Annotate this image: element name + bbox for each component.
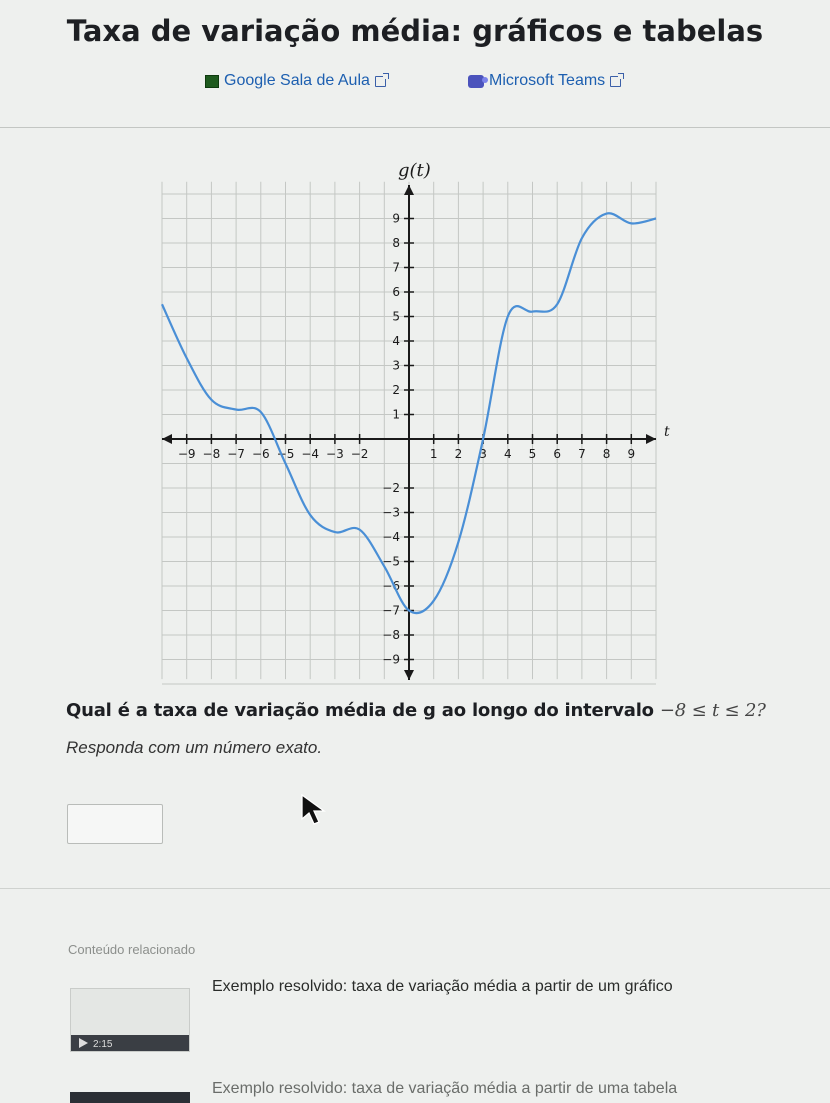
x-tick-label: 4	[504, 447, 512, 461]
answer-instruction: Responda com um número exato.	[66, 738, 323, 757]
x-tick-labels: −9 −8 −7 −6 −5 −4 −3 −2 1 2 3 4 5 6 7 8 9	[178, 447, 635, 461]
y-tick-label: 4	[392, 334, 400, 348]
x-tick-label: 1	[430, 447, 438, 461]
video-thumbnail[interactable]: 2:15	[70, 988, 190, 1052]
y-tick-label: 1	[392, 408, 400, 422]
question-prompt: Qual é a taxa de variação média de g ao …	[66, 700, 654, 721]
mouse-cursor-icon	[301, 793, 326, 825]
y-tick-label: 5	[392, 310, 400, 324]
x-tick-label: 8	[603, 447, 611, 461]
y-axis-label: g(t)	[398, 160, 431, 181]
y-tick-label: 8	[392, 236, 400, 250]
y-tick-label: −7	[382, 604, 400, 618]
x-tick-label: −4	[301, 447, 319, 461]
x-tick-label: 5	[529, 447, 537, 461]
video-duration: 2:15	[93, 1039, 113, 1050]
x-tick-label: 9	[627, 447, 635, 461]
y-tick-label: 7	[392, 261, 400, 275]
video-thumbnail[interactable]	[70, 1092, 190, 1103]
y-tick-label: 6	[392, 285, 400, 299]
y-tick-label: −2	[382, 481, 400, 495]
y-tick-label: −8	[382, 628, 400, 642]
x-tick-label: 2	[455, 447, 463, 461]
question-text: Qual é a taxa de variação média de g ao …	[66, 700, 766, 721]
answer-input[interactable]	[67, 804, 163, 844]
y-tick-label: −9	[382, 653, 400, 667]
function-graph: −9 −8 −7 −6 −5 −4 −3 −2 1 2 3 4 5 6 7 8 9 987654321−2−3−…	[160, 160, 670, 685]
y-tick-label: 9	[392, 212, 400, 226]
related-content-heading: Conteúdo relacionado	[68, 942, 196, 957]
y-tick-label: −4	[382, 530, 400, 544]
x-axis-label: t	[664, 424, 670, 440]
related-item-link[interactable]: Exemplo resolvido: taxa de variação médi…	[212, 978, 673, 996]
y-tick-label: 2	[392, 383, 400, 397]
x-tick-label: −7	[227, 447, 245, 461]
x-tick-label: −6	[252, 447, 270, 461]
play-icon	[79, 1038, 88, 1048]
y-tick-label: 3	[392, 359, 400, 373]
x-tick-label: −2	[351, 447, 369, 461]
divider	[0, 888, 830, 889]
y-tick-label: −3	[382, 506, 400, 520]
video-controls-bar	[71, 1035, 189, 1051]
x-tick-label: 6	[553, 447, 561, 461]
related-item-link[interactable]: Exemplo resolvido: taxa de variação médi…	[212, 1080, 677, 1098]
interval-expression: −8 ≤ t ≤ 2?	[659, 700, 766, 721]
x-tick-label: −3	[326, 447, 344, 461]
x-tick-label: 7	[578, 447, 586, 461]
x-tick-label: −9	[178, 447, 196, 461]
x-tick-label: −8	[203, 447, 221, 461]
